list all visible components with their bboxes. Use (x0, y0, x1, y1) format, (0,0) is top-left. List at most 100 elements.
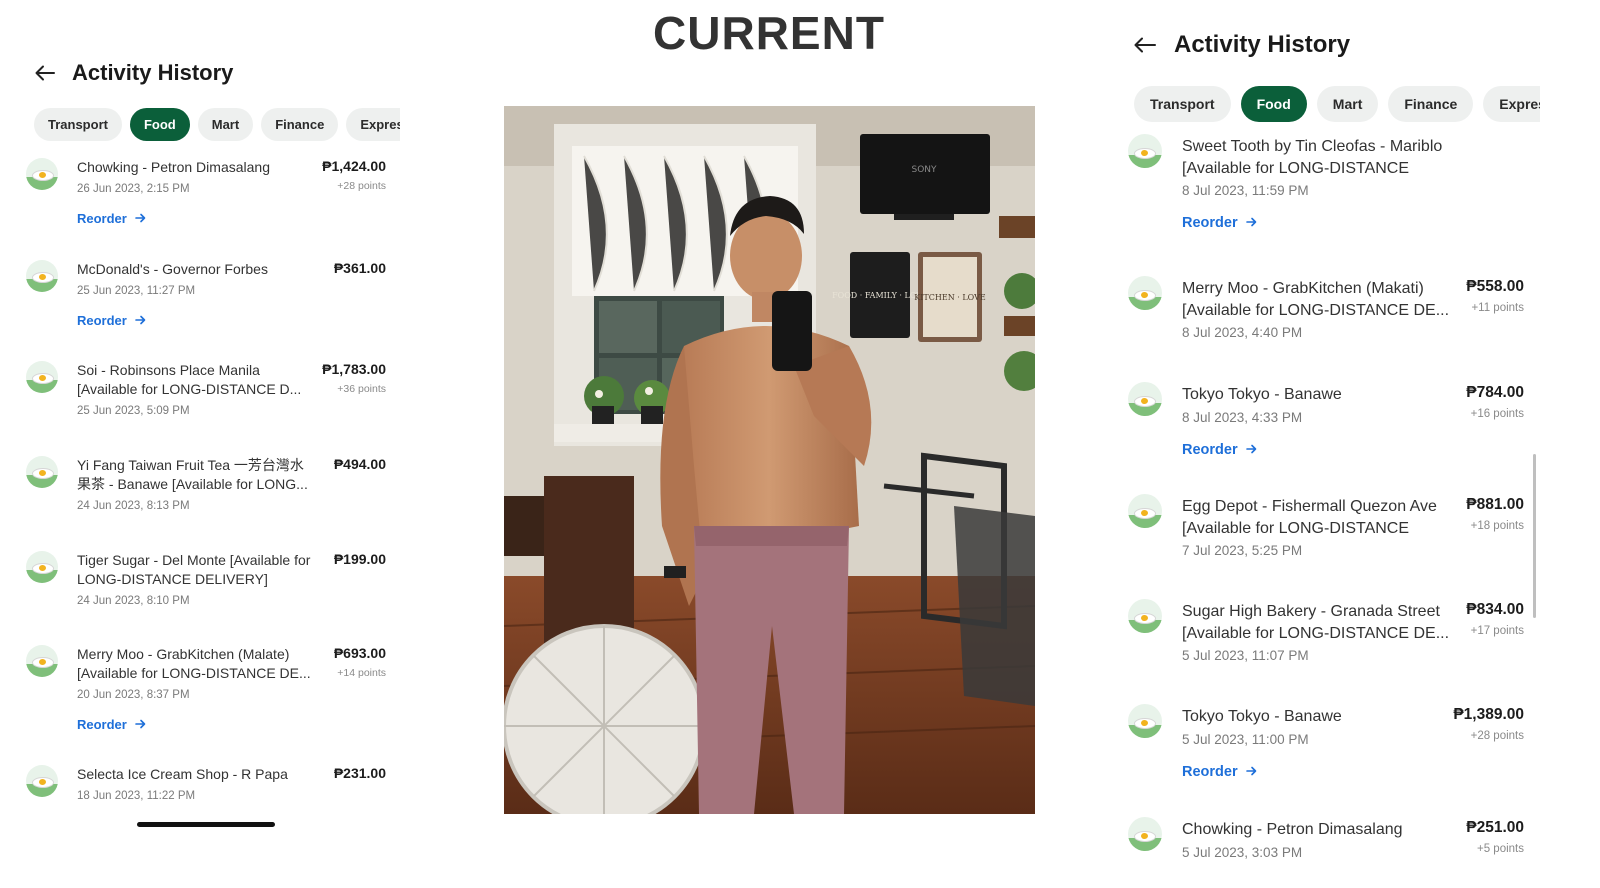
tab-express[interactable]: Express (346, 108, 400, 141)
tab-transport[interactable]: Transport (1134, 86, 1231, 122)
food-merchant-icon (26, 551, 58, 583)
order-date: 25 Jun 2023, 11:27 PM (77, 285, 196, 297)
order-date: 26 Jun 2023, 2:15 PM (77, 183, 190, 195)
order-date: 5 Jul 2023, 11:07 PM (1182, 648, 1309, 663)
arrow-right-icon (1245, 215, 1257, 231)
reorder-label: Reorder (77, 717, 127, 732)
order-date: 8 Jul 2023, 4:33 PM (1182, 410, 1303, 425)
order-date: 25 Jun 2023, 5:09 PM (77, 405, 190, 417)
food-merchant-icon (26, 645, 58, 677)
reorder-link[interactable]: Reorder (77, 717, 146, 732)
mirror-selfie-photo: SONY FOOD · FAMILY · LOVE KITCHEN · LOVE (504, 106, 1035, 814)
food-merchant-icon (1128, 382, 1162, 416)
order-price: ₱199.00 (333, 551, 386, 567)
order-price: ₱1,783.00 (322, 361, 386, 377)
merchant-name: Chowking - Petron Dimasalang (77, 159, 270, 175)
tab-food[interactable]: Food (129, 108, 190, 141)
reward-points: +5 points (1477, 843, 1524, 855)
merchant-name: Sugar High Bakery - Granada Street [Avai… (1182, 603, 1450, 643)
reward-points: +28 points (337, 180, 386, 192)
merchant-name: Tiger Sugar - Del Monte [Available for L… (77, 552, 311, 588)
arrow-left-icon[interactable] (1130, 30, 1160, 60)
tab-mart[interactable]: Mart (197, 108, 254, 141)
left-activity-history-screen: Activity History Transport Food Mart Fin… (18, 40, 400, 840)
food-merchant-icon (1128, 599, 1162, 633)
reward-points: +36 points (337, 383, 386, 395)
arrow-left-icon[interactable] (30, 58, 60, 88)
merchant-name: Merry Moo - GrabKitchen (Malate) [Availa… (77, 646, 311, 682)
tab-mart[interactable]: Mart (1316, 86, 1379, 122)
food-merchant-icon (26, 456, 58, 488)
page-title: Activity History (72, 60, 234, 85)
order-price: ₱784.00 (1466, 384, 1524, 401)
order-price: ₱1,424.00 (322, 158, 386, 174)
reorder-link[interactable]: Reorder (77, 313, 146, 328)
reorder-label: Reorder (1182, 215, 1238, 231)
header: Activity History (30, 58, 233, 88)
order-date: 24 Jun 2023, 8:10 PM (77, 595, 190, 607)
photo-illustration: SONY FOOD · FAMILY · LOVE KITCHEN · LOVE (504, 106, 1035, 814)
order-date: 8 Jul 2023, 4:40 PM (1182, 325, 1303, 340)
food-merchant-icon (26, 361, 58, 393)
reorder-label: Reorder (77, 313, 127, 328)
reward-points: +18 points (1470, 520, 1524, 532)
merchant-name: Selecta Ice Cream Shop - R Papa (77, 766, 288, 782)
header: Activity History (1130, 30, 1350, 60)
category-tabs: Transport Food Mart Finance Express (34, 108, 400, 141)
merchant-name: Soi - Robinsons Place Manila [Available … (77, 362, 302, 398)
reorder-link[interactable]: Reorder (1182, 215, 1257, 231)
order-date: 18 Jun 2023, 11:22 PM (77, 790, 196, 802)
food-merchant-icon (26, 260, 58, 292)
reorder-label: Reorder (77, 211, 127, 226)
tv-brand-text: SONY (911, 165, 937, 175)
reorder-link[interactable]: Reorder (77, 211, 146, 226)
order-price: ₱881.00 (1466, 496, 1524, 513)
food-merchant-icon (1128, 134, 1162, 168)
food-merchant-icon (1128, 704, 1162, 738)
merchant-name: Tokyo Tokyo - Banawe (1182, 386, 1342, 403)
tab-finance[interactable]: Finance (261, 108, 339, 141)
arrow-right-icon (135, 211, 146, 226)
order-price: ₱231.00 (333, 765, 386, 781)
order-date: 5 Jul 2023, 11:00 PM (1182, 732, 1309, 747)
reward-points: +28 points (1470, 730, 1524, 742)
order-price: ₱558.00 (1466, 278, 1524, 295)
food-merchant-icon (1128, 494, 1162, 528)
tab-express[interactable]: Express (1483, 86, 1540, 122)
reward-points: +17 points (1470, 625, 1524, 637)
arrow-right-icon (135, 717, 146, 732)
merchant-name: Chowking - Petron Dimasalang (1182, 821, 1403, 838)
food-merchant-icon (1128, 276, 1162, 310)
reward-points: +16 points (1470, 408, 1524, 420)
merchant-name: Sweet Tooth by Tin Cleofas - Mariblo [Av… (1182, 138, 1443, 178)
merchant-name: McDonald's - Governor Forbes (77, 261, 268, 277)
tab-transport[interactable]: Transport (34, 108, 122, 141)
order-price: ₱251.00 (1466, 819, 1524, 836)
category-tabs: Transport Food Mart Finance Express (1134, 86, 1540, 122)
tab-finance[interactable]: Finance (1388, 86, 1474, 122)
scrollbar[interactable] (1533, 454, 1536, 618)
right-activity-history-screen: Activity History Transport Food Mart Fin… (1118, 18, 1540, 888)
wall-sign-right-text: KITCHEN · LOVE (914, 293, 986, 302)
home-indicator (137, 822, 275, 827)
tab-food[interactable]: Food (1240, 86, 1307, 122)
reorder-label: Reorder (1182, 764, 1238, 780)
reorder-link[interactable]: Reorder (1182, 764, 1257, 780)
merchant-name: Tokyo Tokyo - Banawe (1182, 708, 1342, 725)
arrow-right-icon (1245, 442, 1257, 458)
reward-points: +11 points (1471, 302, 1524, 314)
order-price: ₱693.00 (333, 645, 386, 661)
merchant-name: Merry Moo - GrabKitchen (Makati) [Availa… (1182, 280, 1450, 320)
comparison-heading: CURRENT (653, 7, 885, 59)
order-date: 7 Jul 2023, 5:25 PM (1182, 543, 1303, 558)
arrow-right-icon (1245, 764, 1257, 780)
order-price: ₱834.00 (1466, 601, 1524, 618)
reorder-link[interactable]: Reorder (1182, 442, 1257, 458)
order-price: ₱1,389.00 (1453, 706, 1524, 723)
merchant-name: Egg Depot - Fishermall Quezon Ave [Avail… (1182, 498, 1437, 538)
food-merchant-icon (26, 765, 58, 797)
page-title: Activity History (1174, 31, 1351, 58)
food-merchant-icon (1128, 817, 1162, 851)
reorder-label: Reorder (1182, 442, 1238, 458)
food-merchant-icon (26, 158, 58, 190)
